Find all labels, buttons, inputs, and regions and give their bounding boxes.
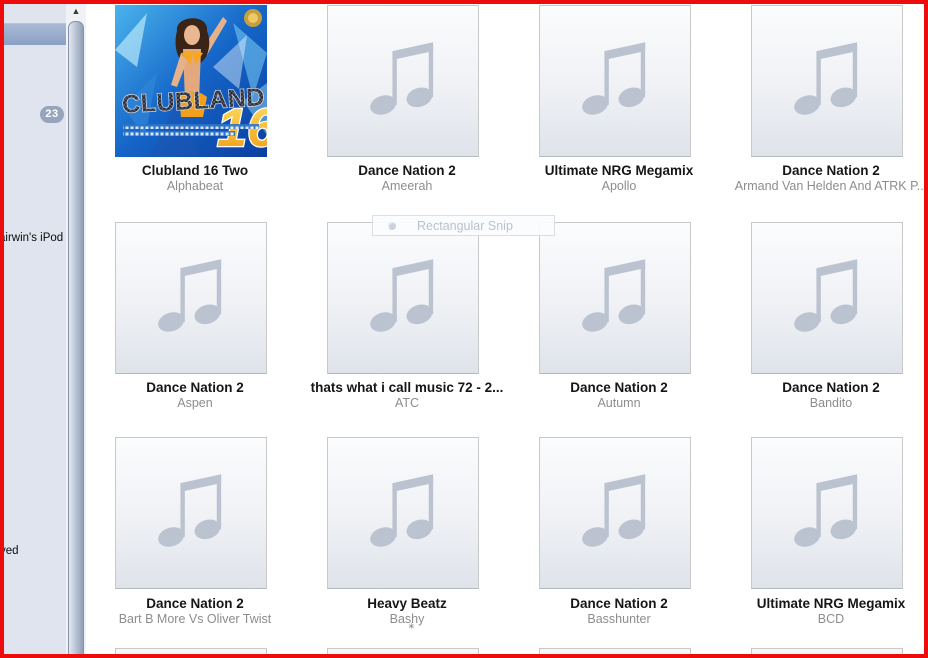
- music-note-icon: [370, 474, 434, 547]
- snip-capture: 23 airwin's iPod yed ▲ CLUBLAND Clubland…: [0, 0, 928, 658]
- album-artist: Bart B More Vs Oliver Twist: [118, 612, 272, 626]
- playlist-count-badge: 23: [40, 106, 64, 123]
- album-title: thats what i call music 72 - 2...: [310, 380, 504, 395]
- clubland-16-artwork: CLUBLAND 16: [115, 5, 279, 159]
- album-tile[interactable]: [539, 5, 691, 157]
- snip-cursor-artifact: ✳: [408, 622, 415, 631]
- album-artist: BCD: [817, 612, 845, 626]
- album-tile[interactable]: [751, 437, 903, 589]
- album-tile[interactable]: [751, 222, 903, 374]
- album-title: Dance Nation 2: [146, 596, 244, 611]
- album-artist: Armand Van Helden And ATRK P...: [734, 179, 928, 193]
- album-tile[interactable]: [115, 437, 267, 589]
- music-note-icon: [582, 259, 646, 332]
- album-tile[interactable]: [539, 437, 691, 589]
- album-tile[interactable]: [539, 222, 691, 374]
- album-artist: Bashy: [389, 612, 425, 626]
- scroll-up-arrow-icon[interactable]: ▲: [66, 2, 86, 20]
- music-note-icon: [794, 259, 858, 332]
- album-title: Dance Nation 2: [570, 380, 668, 395]
- music-note-icon: [370, 259, 434, 332]
- album-title: Ultimate NRG Megamix: [544, 163, 694, 178]
- album-title: Dance Nation 2: [358, 163, 456, 178]
- music-note-icon: [158, 259, 222, 332]
- album-tile[interactable]: [115, 222, 267, 374]
- album-tile[interactable]: [115, 648, 267, 655]
- snip-tooltip-label: Rectangular Snip: [417, 218, 513, 233]
- sidebar-selected-item[interactable]: [0, 23, 67, 45]
- album-tile[interactable]: CLUBLAND 16: [115, 5, 279, 159]
- music-note-icon: [158, 474, 222, 547]
- music-note-icon: [582, 474, 646, 547]
- album-tile[interactable]: [327, 222, 479, 374]
- scrollbar-thumb[interactable]: [68, 21, 84, 658]
- album-title: Dance Nation 2: [570, 596, 668, 611]
- sidebar-item-fragment: [0, 527, 3, 538]
- album-tile[interactable]: [539, 648, 691, 655]
- album-title: Heavy Beatz: [367, 596, 447, 611]
- album-title: Clubland 16 Two: [141, 163, 249, 178]
- album-tile[interactable]: [751, 5, 903, 157]
- album-tile[interactable]: [327, 648, 479, 655]
- music-note-icon: [582, 42, 646, 115]
- sidebar: 23 airwin's iPod yed: [0, 0, 67, 658]
- album-artist: Basshunter: [587, 612, 651, 626]
- album-artist: Alphabeat: [166, 179, 224, 193]
- music-note-icon: [370, 42, 434, 115]
- snip-mode-icon: [388, 221, 396, 230]
- album-artist: Aspen: [177, 396, 213, 410]
- album-title: Dance Nation 2: [782, 380, 880, 395]
- album-artist: Ameerah: [381, 179, 433, 193]
- music-note-icon: [794, 42, 858, 115]
- album-tile[interactable]: [751, 648, 903, 655]
- album-artist: Autumn: [597, 396, 641, 410]
- album-title: Dance Nation 2: [782, 163, 880, 178]
- music-note-icon: [794, 474, 858, 547]
- album-artist: Apollo: [601, 179, 637, 193]
- sidebar-item-played[interactable]: yed: [0, 545, 19, 557]
- sidebar-item-ipod[interactable]: airwin's iPod: [0, 232, 63, 244]
- rectangular-snip-tooltip: Rectangular Snip: [372, 215, 555, 236]
- album-artist: Bandito: [809, 396, 853, 410]
- album-tile[interactable]: [327, 437, 479, 589]
- album-tile[interactable]: [327, 5, 479, 157]
- album-title: Dance Nation 2: [146, 380, 244, 395]
- vertical-scrollbar[interactable]: ▲: [66, 0, 86, 658]
- album-artist: ATC: [394, 396, 420, 410]
- album-title: Ultimate NRG Megamix: [756, 596, 906, 611]
